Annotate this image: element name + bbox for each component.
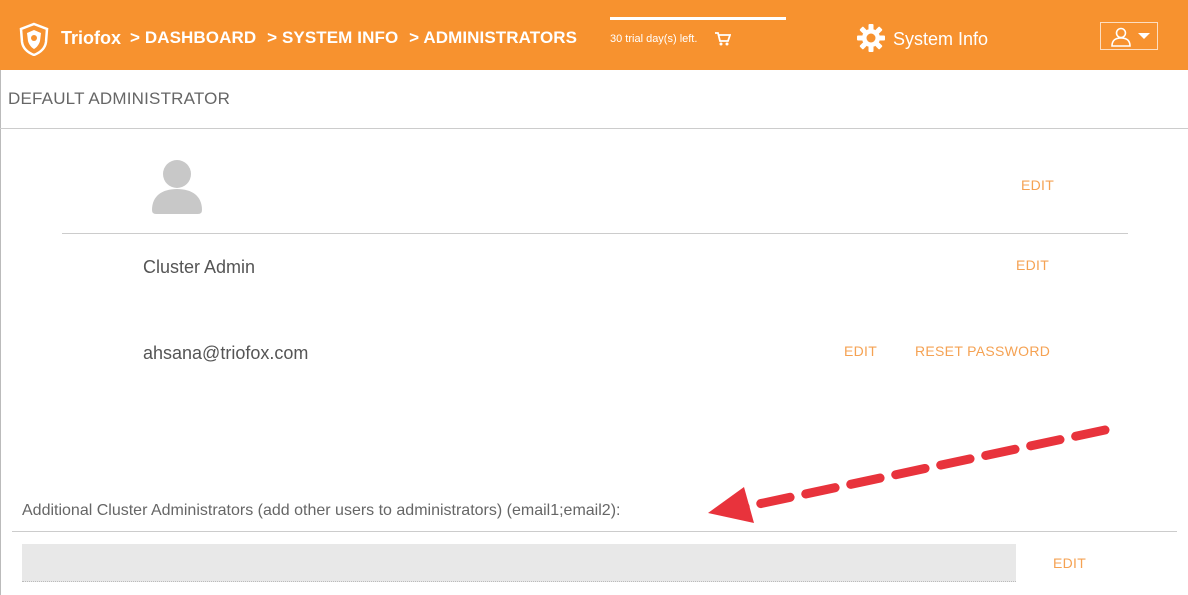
left-divider <box>0 70 1 595</box>
chevron-down-icon <box>1138 33 1150 39</box>
user-menu-button[interactable] <box>1100 22 1158 50</box>
row-divider <box>62 233 1128 234</box>
trial-progress-bar <box>610 17 786 20</box>
breadcrumb: > DASHBOARD > SYSTEM INFO > ADMINISTRATO… <box>130 28 583 48</box>
additional-admins-edit-button[interactable]: EDIT <box>1053 555 1086 571</box>
gear-icon <box>857 24 885 52</box>
reset-password-button[interactable]: RESET PASSWORD <box>915 343 1050 359</box>
email-edit-button[interactable]: EDIT <box>844 343 877 359</box>
breadcrumb-administrators[interactable]: > ADMINISTRATORS <box>409 28 577 47</box>
breadcrumb-dashboard[interactable]: > DASHBOARD <box>130 28 256 47</box>
breadcrumb-system-info[interactable]: > SYSTEM INFO <box>267 28 398 47</box>
section-title: DEFAULT ADMINISTRATOR <box>8 89 231 108</box>
brand-name[interactable]: Triofox <box>61 28 121 49</box>
section-divider <box>0 128 1188 129</box>
page-name: System Info <box>893 29 989 49</box>
trial-status-text: 30 trial day(s) left. <box>610 33 698 45</box>
user-icon <box>1111 27 1131 47</box>
triofox-logo-icon[interactable] <box>18 22 50 56</box>
annotation-arrow <box>708 425 1110 523</box>
input-divider <box>12 531 1177 532</box>
cart-icon[interactable] <box>715 32 731 46</box>
admin-email: ahsana@triofox.com <box>143 343 309 363</box>
avatar-icon <box>152 160 202 214</box>
additional-admins-input[interactable] <box>22 544 1016 582</box>
name-edit-button[interactable]: EDIT <box>1016 257 1049 273</box>
additional-admins-label: Additional Cluster Administrators (add o… <box>22 502 621 519</box>
admin-name: Cluster Admin <box>143 257 256 277</box>
top-navbar: Triofox > DASHBOARD > SYSTEM INFO > ADMI… <box>0 0 1188 70</box>
avatar-edit-button[interactable]: EDIT <box>1021 177 1054 193</box>
